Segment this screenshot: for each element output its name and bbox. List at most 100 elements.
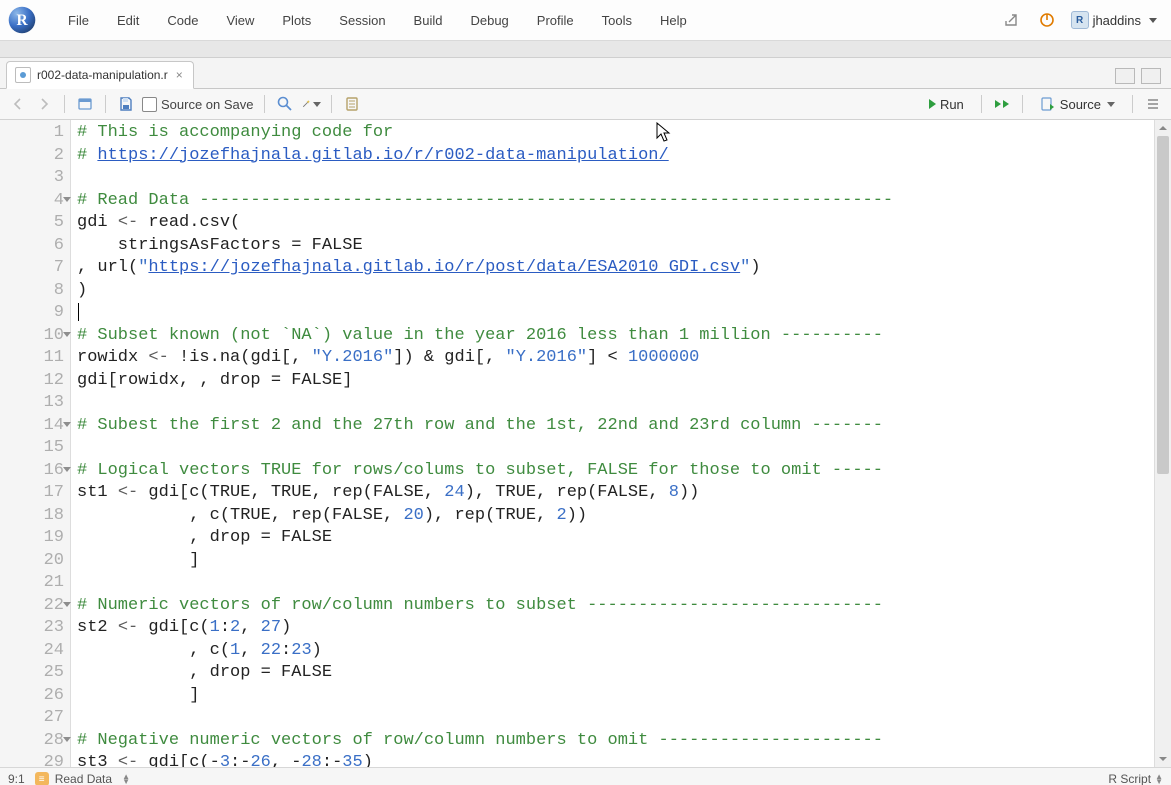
play-icon: [929, 99, 936, 109]
line-number: 13: [0, 392, 70, 415]
source-label: Source: [1060, 97, 1101, 112]
scroll-down-icon[interactable]: [1155, 751, 1171, 767]
code-line[interactable]: [77, 302, 1150, 325]
wand-icon[interactable]: [301, 94, 321, 114]
menu-help[interactable]: Help: [646, 9, 701, 32]
language-label: R Script: [1108, 772, 1151, 785]
language-selector[interactable]: R Script ▲▼: [1108, 772, 1163, 785]
minimize-pane-icon[interactable]: [1115, 68, 1135, 84]
rerun-icon[interactable]: [992, 94, 1012, 114]
code-line[interactable]: # Subset known (not `NA`) value in the y…: [77, 325, 1150, 348]
section-icon: ≡: [35, 772, 49, 785]
find-icon[interactable]: [275, 94, 295, 114]
code-line[interactable]: , c(1, 22:23): [77, 640, 1150, 663]
line-number: 22: [0, 595, 70, 618]
open-external-icon[interactable]: [997, 6, 1025, 34]
code-line[interactable]: # Negative numeric vectors of row/column…: [77, 730, 1150, 753]
menu-items: FileEditCodeViewPlotsSessionBuildDebugPr…: [54, 9, 701, 32]
source-on-save-checkbox[interactable]: Source on Save: [142, 96, 254, 112]
toolbar-strip: [0, 41, 1171, 58]
code-line[interactable]: ]: [77, 685, 1150, 708]
tab-bar: r002-data-manipulation.r ×: [0, 58, 1171, 89]
line-number: 5: [0, 212, 70, 235]
save-icon[interactable]: [116, 94, 136, 114]
user-menu[interactable]: R jhaddins: [1065, 9, 1163, 31]
line-number: 1: [0, 122, 70, 145]
line-number: 10: [0, 325, 70, 348]
code-line[interactable]: # Logical vectors TRUE for rows/colums t…: [77, 460, 1150, 483]
run-button[interactable]: Run: [922, 90, 971, 118]
menu-plots[interactable]: Plots: [268, 9, 325, 32]
code-line[interactable]: gdi[rowidx, , drop = FALSE]: [77, 370, 1150, 393]
scroll-thumb[interactable]: [1157, 136, 1169, 474]
code-line[interactable]: [77, 437, 1150, 460]
section-name: Read Data: [55, 772, 112, 785]
menu-tools[interactable]: Tools: [588, 9, 646, 32]
rstudio-logo-icon: R: [8, 6, 36, 34]
menu-code[interactable]: Code: [153, 9, 212, 32]
line-number: 2: [0, 145, 70, 168]
source-doc-icon: [1040, 96, 1056, 112]
updown-icon: ▲▼: [1155, 774, 1163, 784]
code-line[interactable]: # https://jozefhajnala.gitlab.io/r/r002-…: [77, 145, 1150, 168]
menu-session[interactable]: Session: [325, 9, 399, 32]
editor-toolbar: Source on Save Run Source: [0, 89, 1171, 120]
updown-icon: ▲▼: [122, 774, 130, 784]
menu-build[interactable]: Build: [400, 9, 457, 32]
show-in-files-icon[interactable]: [75, 94, 95, 114]
line-gutter: 1234567891011121314151617181920212223242…: [0, 120, 71, 767]
code-line[interactable]: gdi <- read.csv(: [77, 212, 1150, 235]
code-line[interactable]: [77, 167, 1150, 190]
line-number: 15: [0, 437, 70, 460]
line-number: 19: [0, 527, 70, 550]
section-selector[interactable]: ≡ Read Data ▲▼: [35, 772, 130, 785]
line-number: 7: [0, 257, 70, 280]
scroll-up-icon[interactable]: [1155, 120, 1171, 136]
menu-file[interactable]: File: [54, 9, 103, 32]
forward-icon[interactable]: [34, 94, 54, 114]
code-content[interactable]: # This is accompanying code for# https:/…: [71, 120, 1154, 767]
code-line[interactable]: rowidx <- !is.na(gdi[, "Y.2016"]) & gdi[…: [77, 347, 1150, 370]
line-number: 28: [0, 730, 70, 753]
code-line[interactable]: ): [77, 280, 1150, 303]
line-number: 21: [0, 572, 70, 595]
code-line[interactable]: # This is accompanying code for: [77, 122, 1150, 145]
menu-view[interactable]: View: [212, 9, 268, 32]
code-line[interactable]: , c(TRUE, rep(FALSE, 20), rep(TRUE, 2)): [77, 505, 1150, 528]
notebook-icon[interactable]: [342, 94, 362, 114]
code-line[interactable]: ]: [77, 550, 1150, 573]
code-line[interactable]: , url("https://jozefhajnala.gitlab.io/r/…: [77, 257, 1150, 280]
code-line[interactable]: [77, 572, 1150, 595]
line-number: 3: [0, 167, 70, 190]
tab-active[interactable]: r002-data-manipulation.r ×: [6, 61, 194, 89]
code-line[interactable]: , drop = FALSE: [77, 527, 1150, 550]
maximize-pane-icon[interactable]: [1141, 68, 1161, 84]
line-number: 8: [0, 280, 70, 303]
code-line[interactable]: # Subest the first 2 and the 27th row an…: [77, 415, 1150, 438]
code-line[interactable]: [77, 392, 1150, 415]
line-number: 27: [0, 707, 70, 730]
power-icon[interactable]: [1033, 6, 1061, 34]
avatar-icon: R: [1071, 11, 1089, 29]
close-icon[interactable]: ×: [174, 69, 185, 81]
code-line[interactable]: [77, 707, 1150, 730]
source-button[interactable]: Source: [1033, 90, 1122, 118]
vertical-scrollbar[interactable]: [1154, 120, 1171, 767]
code-editor[interactable]: 1234567891011121314151617181920212223242…: [0, 120, 1171, 767]
back-icon[interactable]: [8, 94, 28, 114]
code-line[interactable]: , drop = FALSE: [77, 662, 1150, 685]
code-line[interactable]: st3 <- gdi[c(-3:-26, -28:-35): [77, 752, 1150, 767]
code-line[interactable]: st2 <- gdi[c(1:2, 27): [77, 617, 1150, 640]
menu-debug[interactable]: Debug: [456, 9, 522, 32]
code-line[interactable]: # Read Data ----------------------------…: [77, 190, 1150, 213]
line-number: 23: [0, 617, 70, 640]
menu-profile[interactable]: Profile: [523, 9, 588, 32]
outline-icon[interactable]: [1143, 94, 1163, 114]
line-number: 26: [0, 685, 70, 708]
code-line[interactable]: # Numeric vectors of row/column numbers …: [77, 595, 1150, 618]
line-number: 4: [0, 190, 70, 213]
svg-text:R: R: [16, 12, 28, 29]
code-line[interactable]: stringsAsFactors = FALSE: [77, 235, 1150, 258]
menu-edit[interactable]: Edit: [103, 9, 153, 32]
code-line[interactable]: st1 <- gdi[c(TRUE, TRUE, rep(FALSE, 24),…: [77, 482, 1150, 505]
